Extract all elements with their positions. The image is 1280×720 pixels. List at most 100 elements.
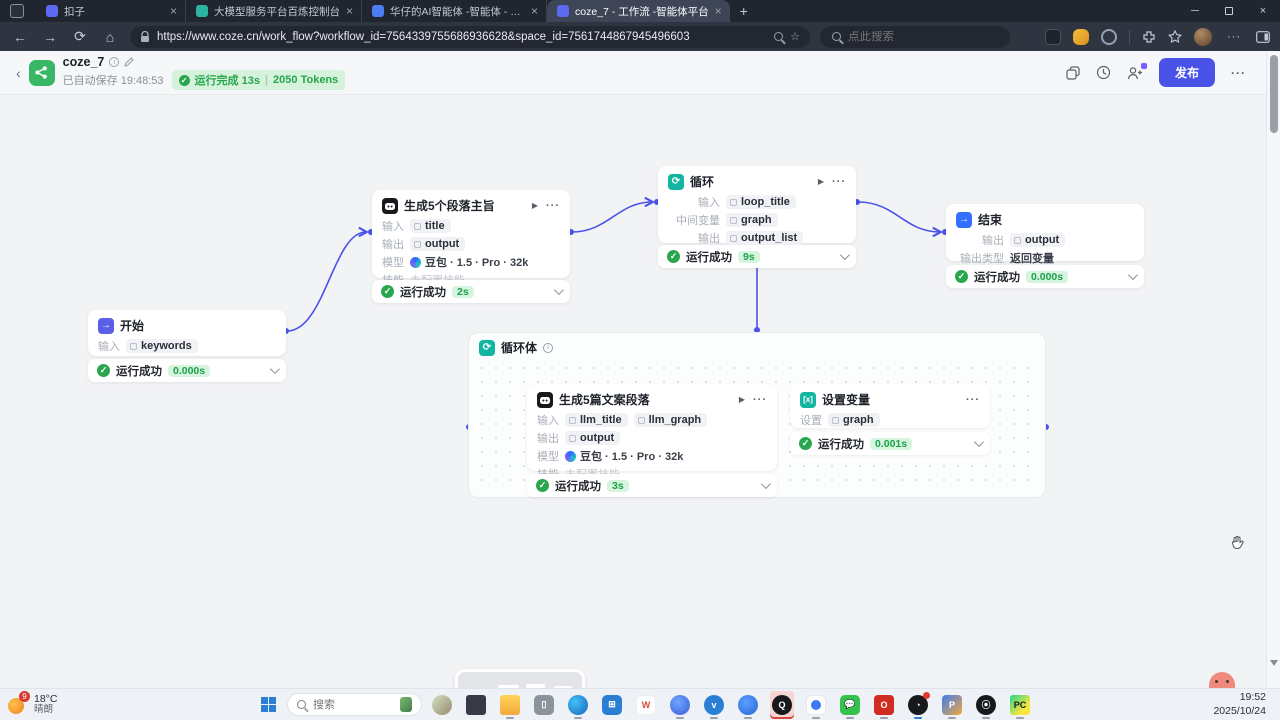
zoom-page-icon[interactable] [774,32,783,41]
app-qq[interactable]: Q [770,691,794,719]
back-icon[interactable]: ← [10,29,30,45]
chevron-down-icon[interactable] [840,250,850,260]
param-tag[interactable]: graph [828,413,880,427]
new-tab-button[interactable]: + [740,3,748,19]
browser-tab-kouzi[interactable]: 扣子 × [36,0,186,22]
app-ms-store[interactable]: ⊞ [600,691,624,719]
edit-icon[interactable] [124,57,134,67]
collapse-back-icon[interactable]: ‹ [16,65,21,81]
browser-tab-agent[interactable]: 华仔的AI智能体 -智能体 - 扣子 × [362,0,547,22]
publish-button[interactable]: 发布 [1159,58,1215,87]
extension-icon-circle[interactable] [1101,29,1117,45]
page-scrollbar[interactable] [1266,51,1280,688]
node-more-icon[interactable]: ··· [832,176,846,188]
tab-close-icon[interactable]: × [170,5,177,17]
run-complete-badge[interactable]: ✓ 运行完成 13s | 2050 Tokens [172,70,346,90]
sidebar-panel-icon[interactable] [1256,31,1270,43]
browser-menu-icon[interactable]: ··· [1224,31,1244,43]
quick-search-input[interactable] [848,31,978,43]
node-end[interactable]: → 结束 输出 output 输出类型 返回变量 [946,204,1144,261]
node-end-status[interactable]: ✓ 运行成功 0.000s [946,265,1144,288]
node-start-status[interactable]: ✓ 运行成功 0.000s [88,359,286,382]
node-loop-status[interactable]: ✓ 运行成功 9s [658,245,856,268]
node-gen-outline[interactable]: 生成5个段落主旨 ▶··· 输入 title 输出 output 模型 豆包 ·… [372,190,570,278]
browser-tab-workflow-active[interactable]: coze_7 - 工作流 -智能体平台 × [547,0,730,22]
run-node-icon[interactable]: ▶ [532,201,538,210]
extension-icon-pet[interactable] [1073,29,1089,45]
param-tag[interactable]: output_list [726,231,803,245]
app-bing[interactable]: v [702,691,726,719]
chevron-down-icon[interactable] [761,479,771,489]
app-phone-link[interactable]: ▯ [532,691,556,719]
browser-profile-avatar[interactable] [1194,28,1212,46]
param-tag[interactable]: graph [726,213,778,227]
tab-close-icon[interactable]: × [531,5,538,17]
minimize-button[interactable]: ─ [1178,0,1212,22]
header-more-icon[interactable]: ··· [1231,66,1246,80]
param-tag[interactable]: keywords [126,339,198,353]
node-start[interactable]: → 开始 输入 keywords [88,310,286,356]
taskbar-clock[interactable]: 19:52 2025/10/24 [1213,691,1280,717]
node-set-variable-status[interactable]: ✓ 运行成功 0.001s [790,432,990,455]
workflow-canvas[interactable]: ⟳ 循环体 i → 开始 输入 keywords ✓ 运行成功 0.000s [0,96,1266,688]
app-pycharm[interactable]: PC [1008,691,1032,719]
browser-tab-bailian[interactable]: 大模型服务平台百炼控制台 × [186,0,362,22]
param-tag[interactable]: output [565,431,620,445]
node-gen-paragraphs-status[interactable]: ✓ 运行成功 3s [527,474,777,497]
node-loop[interactable]: ⟳ 循环 ▶··· 输入 loop_title 中间变量 graph 输出 ou… [658,166,856,243]
taskbar-weather-widget[interactable]: 9 18°C 晴朗 [0,693,255,716]
duplicate-icon[interactable] [1066,66,1080,80]
extension-icon-dark[interactable] [1045,29,1061,45]
chevron-down-icon[interactable] [270,364,280,374]
scrollbar-thumb[interactable] [1270,55,1278,133]
param-tag[interactable]: title [410,219,451,233]
app-tencent-meeting[interactable] [804,691,828,719]
close-window-button[interactable]: × [1246,0,1280,22]
param-tag[interactable]: llm_title [565,413,628,427]
app-map-pin[interactable]: ⦿ [974,691,998,719]
node-more-icon[interactable]: ··· [546,200,560,212]
browser-workspace-icon[interactable] [10,4,24,18]
start-button[interactable] [255,692,281,718]
forward-icon[interactable]: → [40,29,60,45]
param-tag[interactable]: output [410,237,465,251]
app-netdisk[interactable] [736,691,760,719]
node-more-icon[interactable]: ··· [966,394,980,406]
app-widgets-dark[interactable] [464,691,488,719]
taskbar-search-input[interactable] [313,699,393,711]
run-node-icon[interactable]: ▶ [818,177,824,186]
param-tag[interactable]: output [1010,233,1065,247]
extensions-puzzle-icon[interactable] [1142,30,1156,44]
info-icon[interactable]: i [543,343,553,353]
address-bar[interactable]: https://www.coze.cn/work_flow?workflow_i… [130,26,810,48]
app-file-explorer[interactable] [498,691,522,719]
app-edge[interactable] [566,691,590,719]
tab-close-icon[interactable]: × [715,5,722,17]
app-red-o[interactable]: O [872,691,896,719]
chevron-down-icon[interactable] [1128,270,1138,280]
home-icon[interactable]: ⌂ [100,29,120,45]
chevron-down-icon[interactable] [974,437,984,447]
param-tag[interactable]: llm_graph [634,413,708,427]
node-gen-outline-status[interactable]: ✓ 运行成功 2s [372,280,570,303]
run-node-icon[interactable]: ▶ [739,395,745,404]
chevron-down-icon[interactable] [554,285,564,295]
favorites-icon[interactable] [1168,30,1182,44]
node-set-variable[interactable]: [x] 设置变量 ··· 设置 graph [790,384,990,428]
tab-close-icon[interactable]: × [346,5,353,17]
history-icon[interactable] [1096,65,1111,80]
app-quark[interactable] [668,691,692,719]
app-wps[interactable]: W [634,691,658,719]
node-gen-paragraphs[interactable]: 生成5篇文案段落 ▶··· 输入 llm_title llm_graph 输出 … [527,384,777,471]
info-icon[interactable]: i [109,57,119,67]
bookmark-star-icon[interactable]: ☆ [790,30,800,43]
reload-icon[interactable]: ⟳ [70,28,90,45]
app-widget-thumbnail[interactable] [430,691,454,719]
scrollbar-arrow-icon[interactable] [1270,660,1278,666]
collaborators-icon[interactable] [1127,66,1143,80]
taskbar-search[interactable] [287,693,422,716]
node-more-icon[interactable]: ··· [753,394,767,406]
param-tag[interactable]: loop_title [726,195,796,209]
app-wechat[interactable]: 💬 [838,691,862,719]
app-obs[interactable]: ◔ [906,691,930,719]
